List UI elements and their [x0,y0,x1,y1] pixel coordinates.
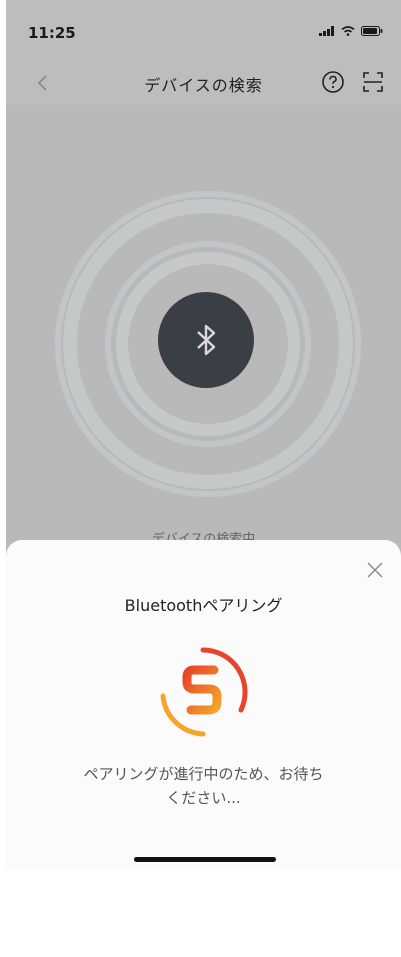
loading-spinner-icon [160,647,248,737]
wifi-icon [341,26,355,36]
nav-bar: デバイスの検索 [6,60,401,105]
bluetooth-indicator [158,292,254,388]
bluetooth-icon [197,324,216,356]
battery-icon [361,26,383,36]
app-screen: 11:25 デバイスの検索 Bluetoothペアリング ペアリングが進行中のた… [6,0,401,957]
status-bar: 11:25 [6,0,401,60]
status-time: 11:25 [28,24,76,42]
sheet-title: Bluetoothペアリング [124,596,283,615]
home-indicator[interactable] [134,857,276,862]
signal-icon [319,26,334,36]
close-icon[interactable] [365,560,385,580]
help-icon[interactable] [321,70,345,94]
pairing-message: ペアリングが進行中のため、お待ち ください... [46,762,361,810]
pairing-message-line1: ペアリングが進行中のため、お待ち [83,765,324,783]
status-icons [319,26,383,36]
pairing-sheet: Bluetoothペアリング ペアリングが進行中のため、お待ち ください... [6,540,401,870]
scan-icon[interactable] [361,70,385,94]
pairing-message-line2: ください... [166,789,241,807]
